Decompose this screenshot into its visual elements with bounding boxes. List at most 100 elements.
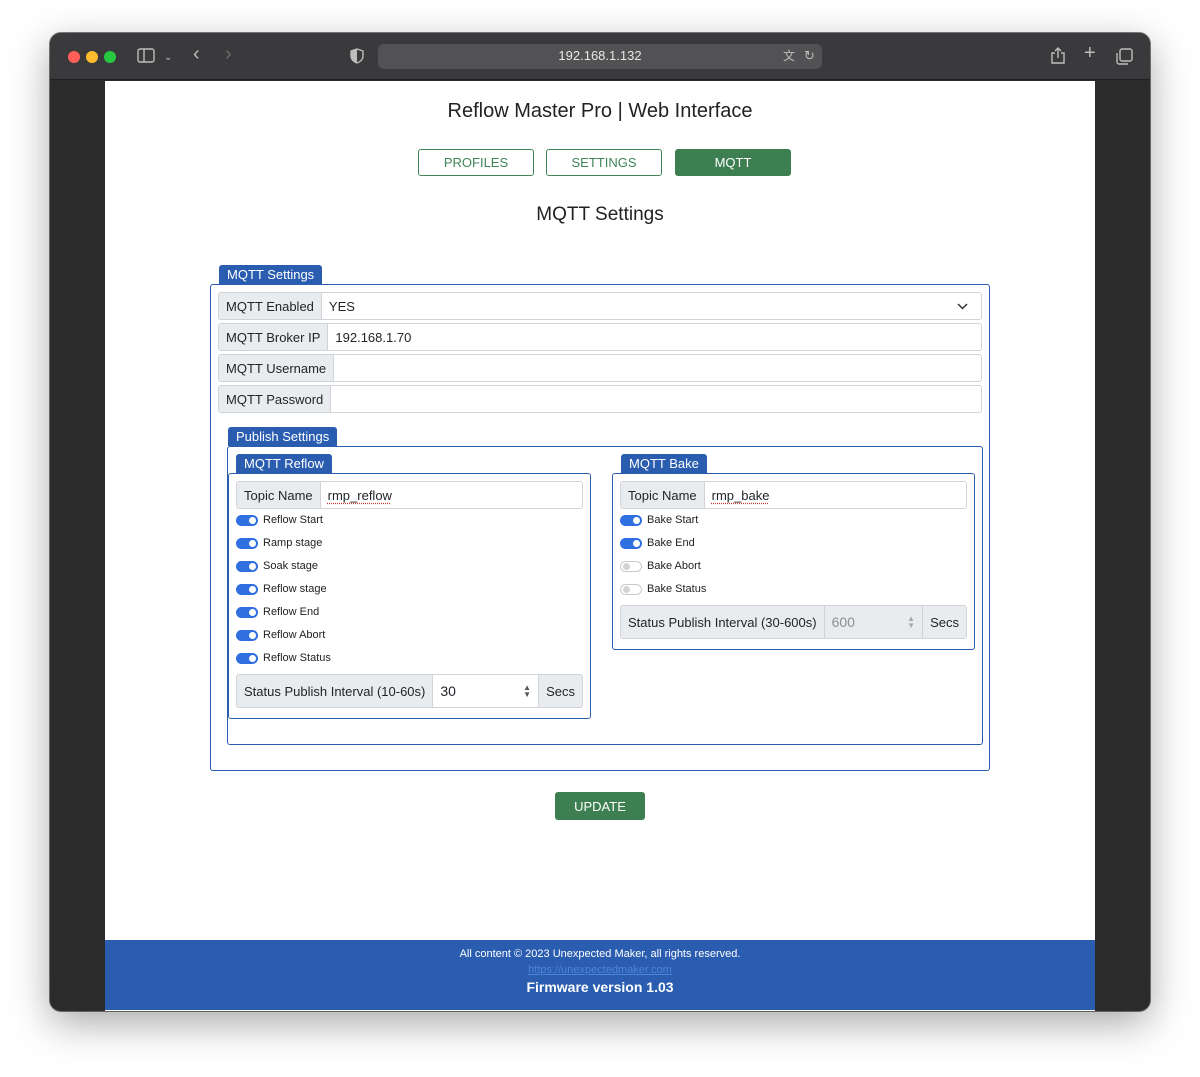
mqtt-enabled-value-wrap: YES [322,293,981,319]
reflow-topic-label: Topic Name [237,482,321,508]
reload-icon[interactable]: ↻ [804,48,815,64]
bake-interval-unit: Secs [922,606,966,638]
toggle-switch[interactable] [620,583,642,595]
bake-interval-field[interactable]: Status Publish Interval (30-600s) 600 ▲ ▼… [620,605,967,639]
toggle-label: Bake Start [647,514,699,526]
bake-topic-value: rmp_bake [711,487,770,503]
reflow-interval-label: Status Publish Interval (10-60s) [237,675,434,707]
profiles-tab[interactable]: PROFILES [418,149,534,176]
stepper-icon[interactable]: ▲ ▼ [523,684,531,699]
toggle-label: Reflow Start [263,514,323,526]
publish-settings-legend: Publish Settings [228,427,338,446]
browser-toolbar: ⌄ ‹ › 192.168.1.132 文 ↻ + [50,33,1150,80]
toggle-switch[interactable] [236,514,258,526]
toggle-reflow-stage[interactable]: Reflow stage [236,581,327,597]
forward-icon[interactable]: › [225,44,232,64]
toggle-switch[interactable] [236,606,258,618]
toggle-switch[interactable] [620,537,642,549]
chevron-down-icon [957,299,974,313]
toggle-soak-stage[interactable]: Soak stage [236,558,318,574]
footer-copyright-text: All content © 2023 Unexpected Maker, all… [459,948,741,960]
mqtt-reflow-legend: MQTT Reflow [236,454,332,473]
mqtt-broker-ip-field[interactable]: MQTT Broker IP 192.168.1.70 [218,323,982,351]
toggle-ramp-stage[interactable]: Ramp stage [236,535,322,551]
mqtt-enabled-label: MQTT Enabled [219,293,322,319]
mqtt-username-field[interactable]: MQTT Username [218,354,982,382]
footer-website-link[interactable]: https://unexpectedmaker.com [105,964,1095,976]
bake-topic-input[interactable]: rmp_bake [705,482,966,508]
toggle-label: Soak stage [263,560,319,572]
web-page: Reflow Master Pro | Web Interface PROFIL… [105,81,1095,1011]
bake-topic-field[interactable]: Topic Name rmp_bake [620,481,967,509]
mqtt-username-input[interactable] [334,355,981,381]
reflow-interval-field[interactable]: Status Publish Interval (10-60s) 30 ▲ ▼ S… [236,674,583,708]
reflow-topic-input[interactable]: rmp_reflow [321,482,582,508]
bake-interval-value: 600 [831,614,855,630]
stepper-icon[interactable]: ▲ ▼ [907,615,915,630]
toggle-label: Reflow End [263,606,320,618]
bake-topic-label: Topic Name [621,482,705,508]
minimize-window-button[interactable] [86,51,98,63]
toggle-bake-abort[interactable]: Bake Abort [620,558,701,574]
back-icon[interactable]: ‹ [193,44,200,64]
firmware-version: Firmware version 1.03 [526,979,674,995]
toggle-switch[interactable] [236,583,258,595]
toggle-switch[interactable] [620,514,642,526]
mqtt-bake-legend: MQTT Bake [621,454,707,473]
sidebar-icon[interactable] [137,48,155,67]
toggle-switch[interactable] [236,537,258,549]
mqtt-password-field[interactable]: MQTT Password [218,385,982,413]
footer-bar: All content © 2023 Unexpected Maker, all… [105,940,1095,1010]
reflow-interval-unit: Secs [538,675,582,707]
mqtt-username-label: MQTT Username [219,355,335,381]
tab-overview-icon[interactable] [1116,48,1133,69]
toggle-switch[interactable] [620,560,642,572]
page-title: Reflow Master Pro | Web Interface [447,100,753,122]
mqtt-enabled-select[interactable]: MQTT Enabled YES [218,292,982,320]
mqtt-password-label: MQTT Password [219,386,332,412]
mqtt-bake-fieldset: Topic Name rmp_bake Bake Start Bake End … [612,473,975,650]
toggle-bake-status[interactable]: Bake Status [620,581,706,597]
shield-icon[interactable] [350,48,364,68]
toggle-switch[interactable] [236,560,258,572]
toggle-switch[interactable] [236,652,258,664]
reflow-interval-value: 30 [440,683,456,699]
toggle-label: Reflow stage [263,583,327,595]
toggle-label: Bake Status [647,583,707,595]
address-bar[interactable]: 192.168.1.132 文 ↻ [378,44,822,69]
new-tab-icon[interactable]: + [1084,43,1096,63]
reflow-topic-value: rmp_reflow [327,487,392,503]
toggle-label: Reflow Status [263,652,331,664]
bake-interval-input[interactable]: 600 ▲ ▼ [824,606,923,638]
mqtt-reflow-fieldset: Topic Name rmp_reflow Reflow Start Ramp … [228,473,591,719]
reflow-topic-field[interactable]: Topic Name rmp_reflow [236,481,583,509]
update-button[interactable]: UPDATE [555,792,645,820]
mqtt-broker-ip-input[interactable]: 192.168.1.70 [328,324,981,350]
zoom-window-button[interactable] [104,51,116,63]
mqtt-password-input[interactable] [331,386,981,412]
reflow-interval-input[interactable]: 30 ▲ ▼ [433,675,538,707]
toggle-bake-end[interactable]: Bake End [620,535,695,551]
toggle-label: Reflow Abort [263,629,326,641]
toggle-reflow-start[interactable]: Reflow Start [236,512,323,528]
toggle-label: Ramp stage [263,537,323,549]
mqtt-broker-ip-label: MQTT Broker IP [219,324,329,350]
url-text: 192.168.1.132 [558,48,642,63]
close-window-button[interactable] [68,51,80,63]
mqtt-settings-fieldset: MQTT Enabled YES MQTT Broker IP 192.168.… [210,284,990,771]
mqtt-enabled-value: YES [328,298,355,314]
toggle-reflow-status[interactable]: Reflow Status [236,650,331,666]
toggle-reflow-abort[interactable]: Reflow Abort [236,627,325,643]
translate-icon[interactable]: 文 [783,48,795,64]
toggle-switch[interactable] [236,629,258,641]
bake-interval-label: Status Publish Interval (30-600s) [621,606,825,638]
toggle-reflow-end[interactable]: Reflow End [236,604,319,620]
publish-settings-fieldset: MQTT Reflow Topic Name rmp_reflow Reflow… [227,446,983,745]
settings-tab[interactable]: SETTINGS [546,149,662,176]
mqtt-tab[interactable]: MQTT [675,149,791,176]
toggle-label: Bake End [647,537,695,549]
chevron-down-icon[interactable]: ⌄ [164,50,172,66]
toggle-bake-start[interactable]: Bake Start [620,512,698,528]
mqtt-settings-legend: MQTT Settings [219,265,323,284]
share-icon[interactable] [1051,47,1065,68]
